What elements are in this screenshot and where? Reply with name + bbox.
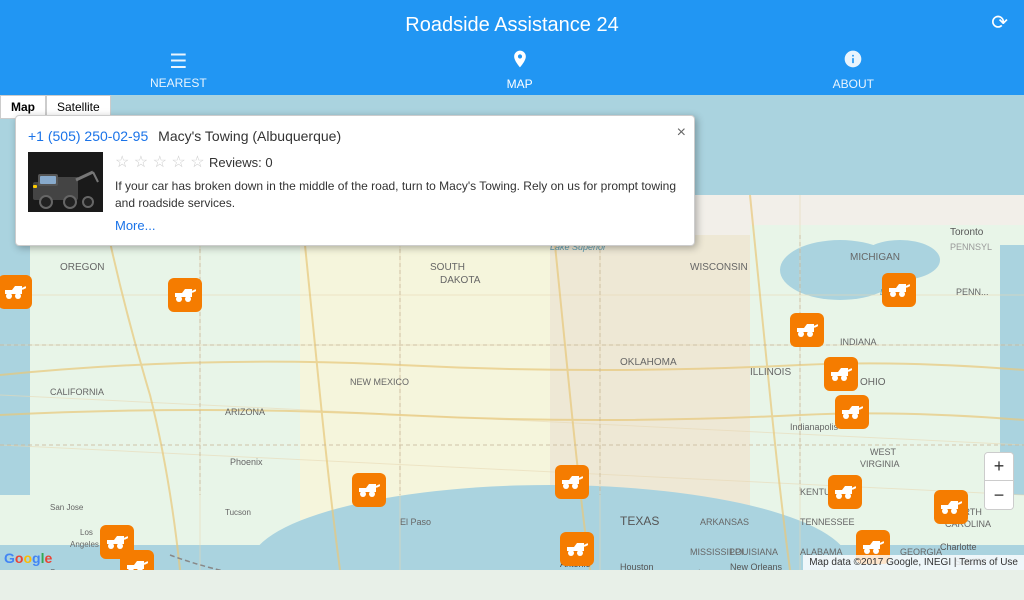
- nav-map[interactable]: MAP: [467, 49, 573, 91]
- terms-link[interactable]: Terms of Use: [959, 557, 1018, 568]
- marker-carolina[interactable]: [934, 490, 970, 526]
- marker-illinois[interactable]: [824, 357, 860, 393]
- popup-phone[interactable]: +1 (505) 250-02-95: [28, 128, 148, 144]
- marker-texas[interactable]: [560, 532, 596, 568]
- popup-business-name: Macy's Towing (Albuquerque): [158, 128, 341, 144]
- svg-text:VIRGINIA: VIRGINIA: [860, 459, 900, 469]
- svg-text:Charlotte: Charlotte: [940, 542, 977, 552]
- app-header: Roadside Assistance 24 ⟳ ☰ NEAREST MAP A…: [0, 0, 1024, 95]
- svg-text:ARKANSAS: ARKANSAS: [700, 517, 749, 527]
- nav-nearest-label: NEAREST: [150, 76, 207, 90]
- marker-greatlakes-1[interactable]: [790, 313, 826, 349]
- map-attribution: Map data ©2017 Google, INEGI | Terms of …: [803, 555, 1024, 570]
- star-2: ☆: [134, 152, 148, 172]
- star-3: ☆: [153, 152, 167, 172]
- svg-text:TENNESSEE: TENNESSEE: [800, 517, 855, 527]
- zoom-in-button[interactable]: +: [985, 453, 1013, 481]
- popup-close-button[interactable]: ×: [677, 124, 686, 142]
- marker-newmexico[interactable]: [352, 473, 388, 509]
- svg-text:TEXAS: TEXAS: [620, 514, 659, 528]
- marker-california-1[interactable]: [168, 278, 204, 314]
- popup-title: +1 (505) 250-02-95 Macy's Towing (Albuqu…: [28, 128, 682, 144]
- business-popup: × +1 (505) 250-02-95 Macy's Towing (Albu…: [15, 115, 695, 246]
- marker-indiana[interactable]: [835, 395, 871, 431]
- about-icon: [843, 49, 863, 75]
- svg-text:OKLAHOMA: OKLAHOMA: [620, 357, 677, 368]
- map-icon: [510, 49, 530, 75]
- svg-text:WISCONSIN: WISCONSIN: [690, 262, 748, 273]
- google-logo: Google: [4, 550, 52, 566]
- nav-nearest[interactable]: ☰ NEAREST: [110, 49, 247, 91]
- popup-info: ☆ ☆ ☆ ☆ ☆ Reviews: 0 If your car has bro…: [115, 152, 682, 233]
- nearest-icon: ☰: [169, 49, 187, 74]
- review-count: Reviews: 0: [209, 155, 273, 170]
- app-title: Roadside Assistance 24: [0, 8, 1024, 43]
- popup-content: ☆ ☆ ☆ ☆ ☆ Reviews: 0 If your car has bro…: [28, 152, 682, 233]
- zoom-out-button[interactable]: −: [985, 481, 1013, 509]
- svg-text:ARIZONA: ARIZONA: [225, 407, 265, 417]
- svg-text:San Jose: San Jose: [50, 503, 84, 512]
- popup-image: [28, 152, 103, 212]
- zoom-controls: + −: [984, 452, 1014, 510]
- navigation: ☰ NEAREST MAP ABOUT: [0, 43, 1024, 95]
- marker-la-2[interactable]: [120, 550, 156, 570]
- svg-text:PENN...: PENN...: [956, 287, 989, 297]
- nav-about-label: ABOUT: [833, 77, 874, 91]
- svg-text:Indianapolis: Indianapolis: [790, 422, 839, 432]
- marker-michigan[interactable]: [882, 273, 918, 309]
- marker-oklahoma[interactable]: [555, 465, 591, 501]
- popup-more-link[interactable]: More...: [115, 218, 682, 233]
- svg-text:San: San: [50, 568, 64, 570]
- svg-text:SOUTH: SOUTH: [430, 262, 465, 273]
- star-1: ☆: [115, 152, 129, 172]
- popup-description: If your car has broken down in the middl…: [115, 178, 682, 212]
- svg-text:OREGON: OREGON: [60, 262, 104, 273]
- svg-text:LOUISIANA: LOUISIANA: [730, 547, 778, 557]
- svg-text:MICHIGAN: MICHIGAN: [850, 252, 900, 263]
- svg-text:INDIANA: INDIANA: [840, 337, 877, 347]
- svg-text:PENNSYL: PENNSYL: [950, 242, 992, 252]
- svg-text:ILLINOIS: ILLINOIS: [750, 367, 791, 378]
- svg-text:NEW MEXICO: NEW MEXICO: [350, 377, 409, 387]
- nav-map-label: MAP: [507, 77, 533, 91]
- svg-text:Phoenix: Phoenix: [230, 457, 263, 467]
- star-rating: ☆ ☆ ☆ ☆ ☆ Reviews: 0: [115, 152, 682, 172]
- map-area: OREGON CALIFORNIA ARIZONA Phoenix Tucson…: [0, 95, 1024, 570]
- refresh-button[interactable]: ⟳: [991, 10, 1008, 35]
- svg-text:OHIO: OHIO: [860, 377, 886, 388]
- star-4: ☆: [171, 152, 185, 172]
- svg-text:Toronto: Toronto: [950, 227, 984, 238]
- svg-text:New Orleans: New Orleans: [730, 562, 783, 570]
- marker-tennessee[interactable]: [828, 475, 864, 511]
- svg-text:DAKOTA: DAKOTA: [440, 275, 481, 286]
- svg-text:WEST: WEST: [870, 447, 897, 457]
- marker-left-1[interactable]: [0, 275, 34, 311]
- svg-text:Houston: Houston: [620, 562, 654, 570]
- attribution-text: Map data ©2017 Google, INEGI: [809, 557, 951, 568]
- svg-text:Tucson: Tucson: [225, 508, 251, 517]
- svg-text:Angeles: Angeles: [70, 540, 99, 549]
- svg-text:CALIFORNIA: CALIFORNIA: [50, 387, 104, 397]
- svg-text:El Paso: El Paso: [400, 517, 431, 527]
- star-5: ☆: [190, 152, 204, 172]
- nav-about[interactable]: ABOUT: [793, 49, 914, 91]
- svg-text:Los: Los: [80, 528, 93, 537]
